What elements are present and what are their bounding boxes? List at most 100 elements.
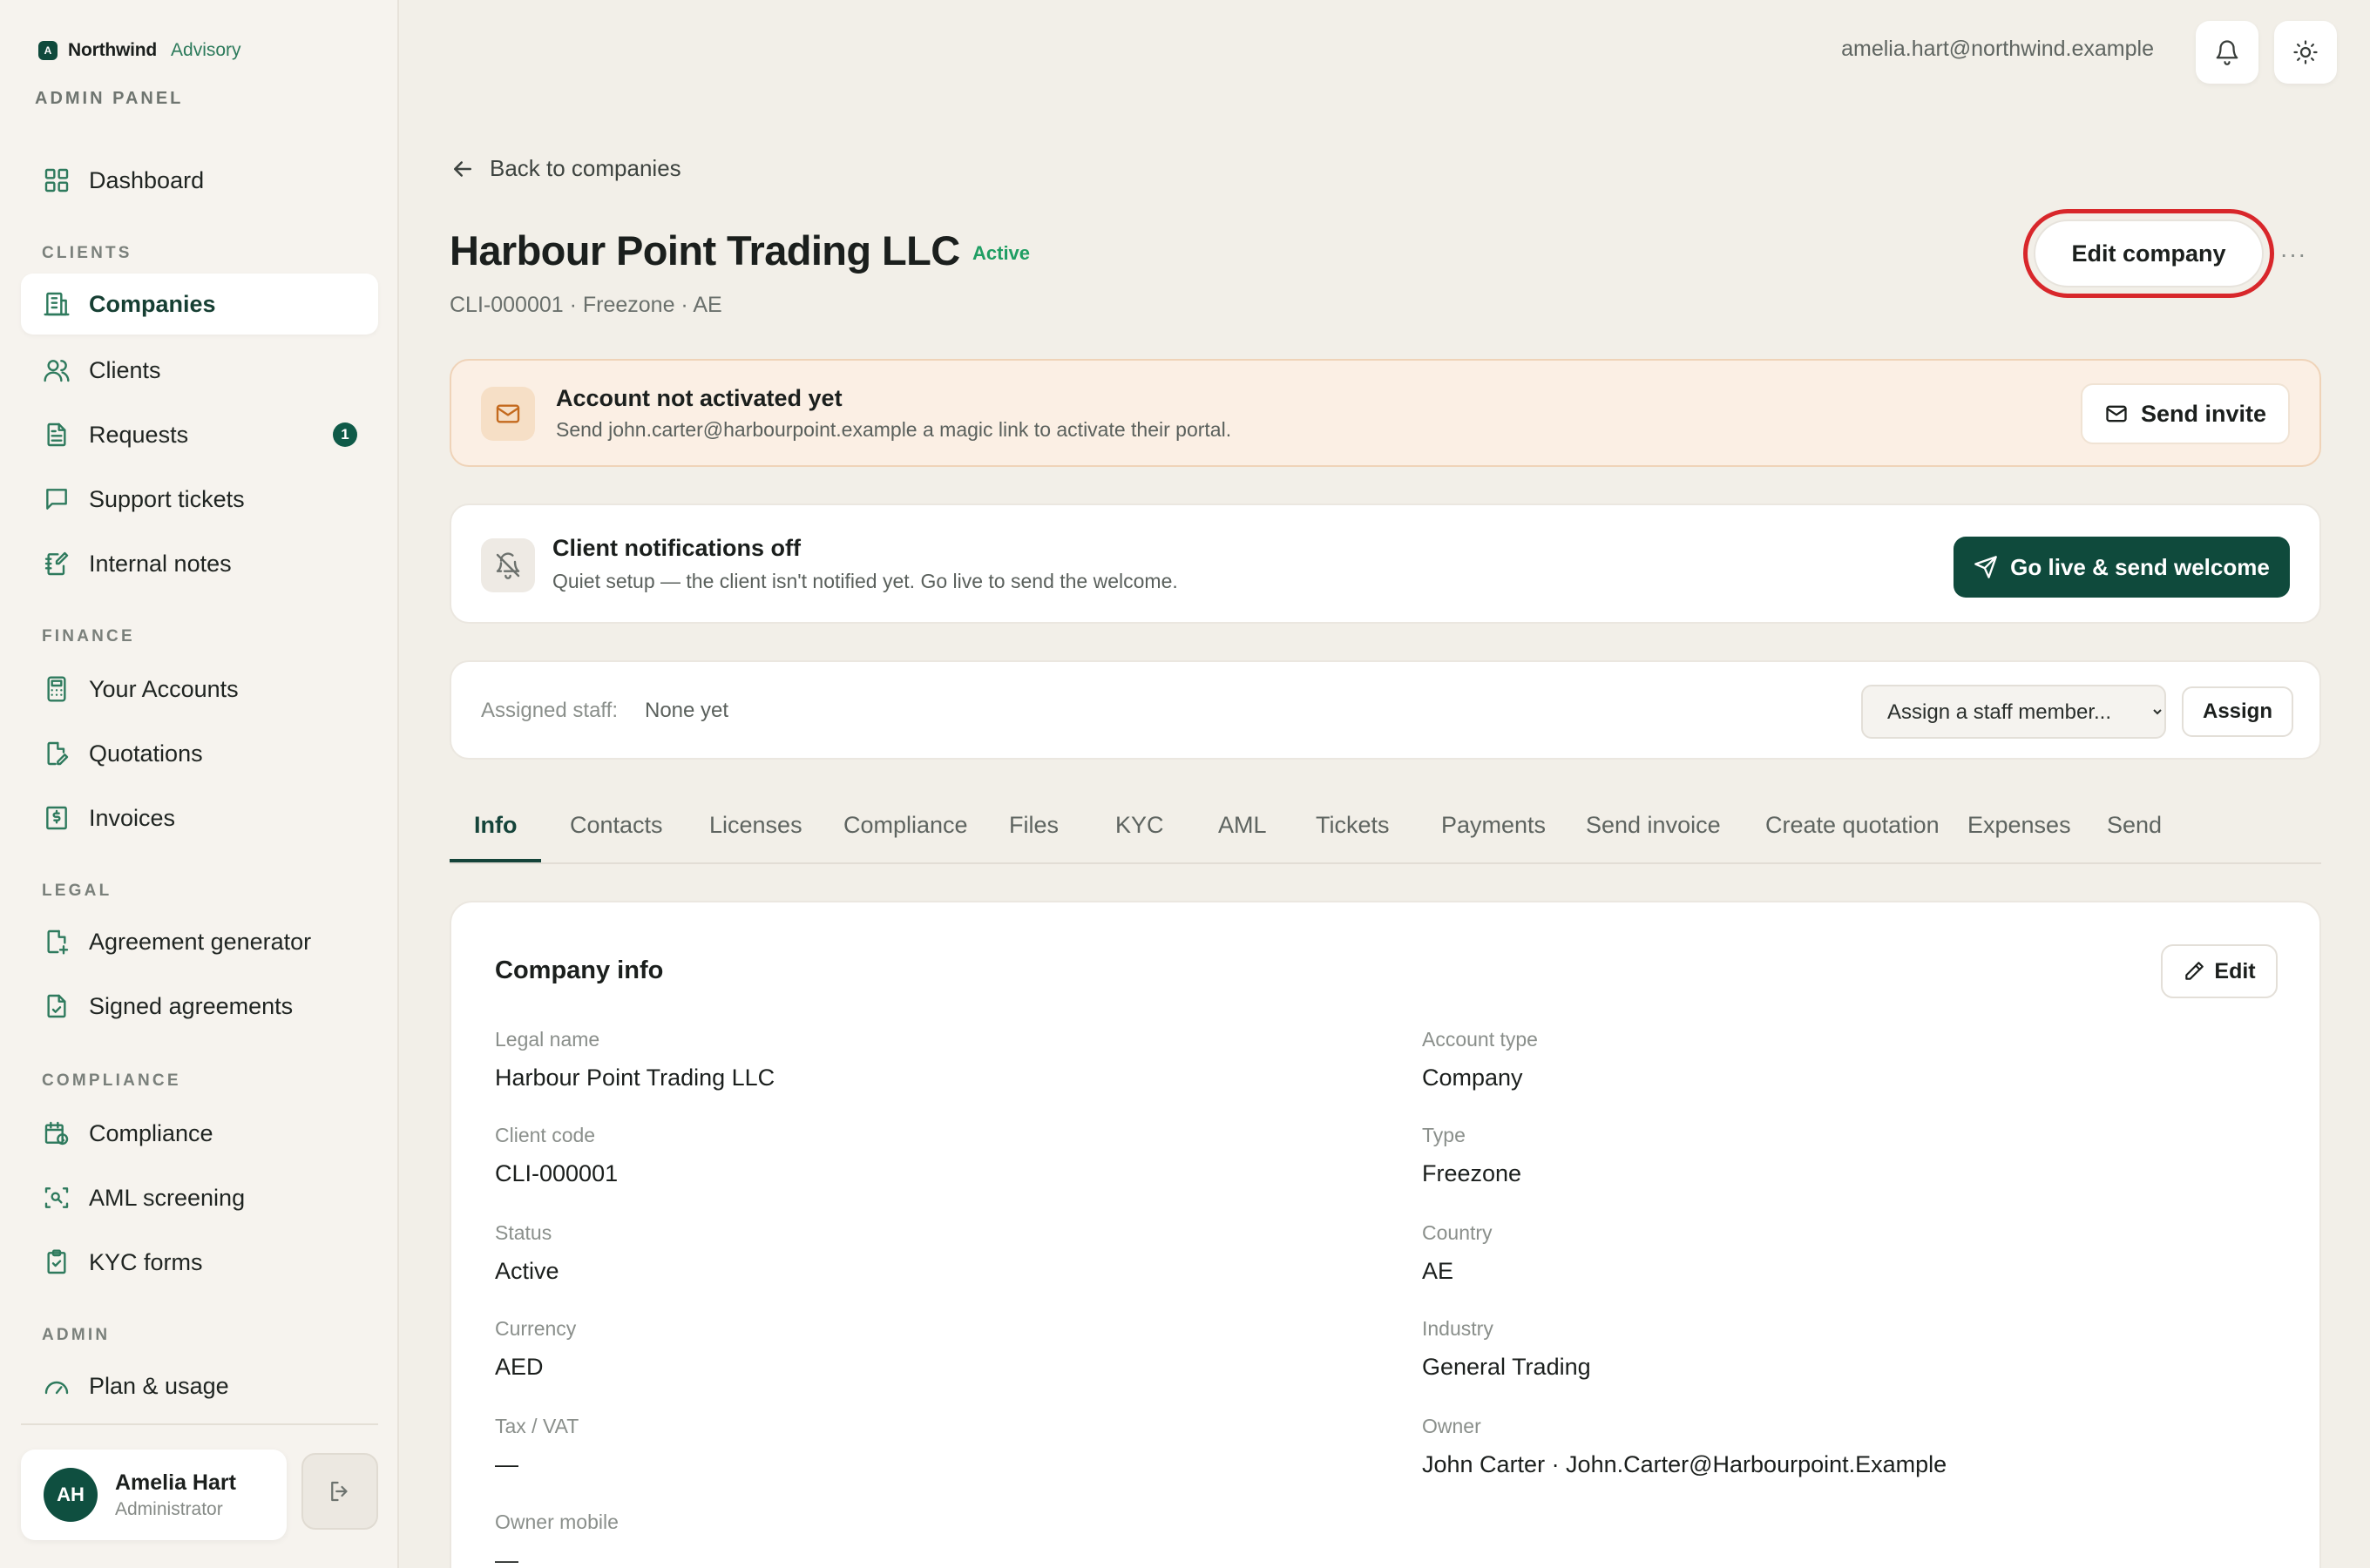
sidebar-item-signed-agreements[interactable]: Signed agreements (21, 976, 378, 1037)
tab-send-invoice[interactable]: Send invoice (1561, 812, 1745, 862)
send-invite-button[interactable]: Send invite (2081, 383, 2290, 444)
sidebar-item-quotations[interactable]: Quotations (21, 723, 378, 784)
nav-section-finance: FINANCE (42, 627, 135, 645)
activation-alert-text: Send john.carter@harbourpoint.example a … (556, 418, 1232, 441)
tab-tickets[interactable]: Tickets (1291, 812, 1414, 862)
field-value-client-code: CLI-000001 (495, 1160, 619, 1186)
field-value-country: AE (1422, 1258, 1454, 1284)
sidebar-divider (21, 1423, 378, 1425)
go-live-send-welcome-button[interactable]: Go live & send welcome (1954, 537, 2290, 598)
company-info-card: Company info Edit Legal name Harbour Poi… (450, 901, 2321, 1568)
tab-expenses[interactable]: Expenses (1943, 812, 2096, 862)
company-subtitle: CLI-000001 · Freezone · AE (450, 293, 722, 317)
assigned-staff-label: Assigned staff: (481, 699, 618, 722)
tab-contacts[interactable]: Contacts (545, 812, 687, 862)
back-link-label: Back to companies (490, 155, 681, 181)
sidebar-item-plan-usage[interactable]: Plan & usage (21, 1355, 378, 1416)
bell-icon (2216, 40, 2238, 65)
requests-count-badge: 1 (333, 422, 357, 447)
users-icon (42, 355, 71, 385)
sidebar-item-label: Compliance (89, 1119, 213, 1146)
sidebar-item-clients[interactable]: Clients (21, 340, 378, 401)
sidebar-item-compliance[interactable]: Compliance (21, 1103, 378, 1164)
logout-button[interactable] (301, 1453, 378, 1530)
field-value-status: Active (495, 1258, 559, 1284)
activation-alert-title: Account not activated yet (556, 385, 843, 411)
edit-company-info-button[interactable]: Edit (2161, 944, 2278, 998)
tab-payments[interactable]: Payments (1417, 812, 1570, 862)
tab-info[interactable]: Info (450, 812, 542, 862)
nav-section-admin: ADMIN (42, 1326, 111, 1344)
sidebar-item-aml-screening[interactable]: AML screening (21, 1167, 378, 1228)
theme-toggle-button[interactable] (2274, 21, 2337, 84)
nav-section-clients: CLIENTS (42, 244, 132, 262)
tab-create-quotation[interactable]: Create quotation (1741, 812, 1964, 862)
sidebar-item-label: Requests (89, 421, 189, 448)
brand-mark-icon: A (38, 41, 58, 60)
field-value-tax-vat: — (495, 1451, 518, 1477)
sidebar-item-label: Support tickets (89, 485, 245, 512)
sidebar-item-label: Your Accounts (89, 675, 239, 702)
sidebar-item-label: AML screening (89, 1184, 246, 1211)
brand-name: Northwind (68, 40, 158, 60)
grid-icon (42, 166, 71, 195)
assigned-staff-bar: Assigned staff: None yet Assign a staff … (450, 660, 2321, 760)
edit-company-button[interactable]: Edit company (2034, 220, 2264, 287)
arrow-left-icon (454, 160, 471, 177)
sidebar-item-label: Plan & usage (89, 1372, 229, 1399)
activation-alert: Account not activated yet Send john.cart… (450, 359, 2321, 467)
tab-aml[interactable]: AML (1194, 812, 1291, 862)
field-value-legal-name: Harbour Point Trading LLC (495, 1064, 775, 1091)
tab-send[interactable]: Send (2082, 812, 2186, 862)
go-live-label: Go live & send welcome (2010, 553, 2270, 580)
file-plus-icon (42, 927, 71, 956)
notifications-alert-title: Client notifications off (552, 535, 801, 561)
nav-section-legal: LEGAL (42, 882, 112, 900)
sidebar-item-label: KYC forms (89, 1248, 203, 1275)
sidebar-item-internal-notes[interactable]: Internal notes (21, 533, 378, 594)
field-label-client-code: Client code (495, 1124, 596, 1146)
tab-files[interactable]: Files (985, 812, 1083, 862)
sidebar-item-label: Quotations (89, 740, 203, 767)
tab-licenses[interactable]: Licenses (685, 812, 827, 862)
current-user-email: amelia.hart@northwind.example (1841, 37, 2154, 61)
sidebar-item-label: Agreement generator (89, 928, 312, 955)
sidebar-item-invoices[interactable]: Invoices (21, 787, 378, 848)
user-profile-card[interactable]: AH Amelia Hart Administrator (21, 1450, 287, 1540)
sidebar-item-agreement-generator[interactable]: Agreement generator (21, 911, 378, 972)
file-check-icon (42, 991, 71, 1021)
bell-off-icon (481, 538, 535, 592)
field-value-currency: AED (495, 1354, 544, 1380)
field-label-owner-mobile: Owner mobile (495, 1511, 619, 1533)
field-value-account-type: Company (1422, 1064, 1523, 1091)
document-icon (42, 420, 71, 449)
assign-button[interactable]: Assign (2182, 686, 2293, 737)
sidebar-item-label: Signed agreements (89, 992, 294, 1019)
pencil-icon (2185, 962, 2204, 980)
field-label-currency: Currency (495, 1317, 577, 1340)
notifications-alert-text: Quiet setup — the client isn't notified … (552, 570, 1178, 592)
mail-icon (2106, 405, 2127, 422)
tab-compliance[interactable]: Compliance (819, 812, 992, 862)
file-edit-icon (42, 739, 71, 768)
sidebar-item-your-accounts[interactable]: Your Accounts (21, 659, 378, 720)
company-tabs: Info Contacts Licenses Compliance Files … (450, 794, 2321, 864)
staff-member-select[interactable]: Assign a staff member... (1861, 685, 2166, 739)
log-out-icon (331, 1481, 348, 1502)
nav-section-compliance: COMPLIANCE (42, 1071, 181, 1090)
sidebar-item-requests[interactable]: Requests 1 (21, 404, 378, 465)
more-options-button[interactable]: ··· (2274, 237, 2312, 272)
user-role: Administrator (115, 1498, 223, 1519)
tab-kyc[interactable]: KYC (1091, 812, 1188, 862)
sidebar-item-support-tickets[interactable]: Support tickets (21, 469, 378, 530)
brand-logo[interactable]: A Northwind Advisory (38, 40, 241, 61)
sidebar-item-dashboard[interactable]: Dashboard (21, 150, 378, 211)
sidebar-item-kyc-forms[interactable]: KYC forms (21, 1232, 378, 1293)
gauge-icon (42, 1371, 71, 1401)
sidebar-item-label: Clients (89, 356, 161, 383)
send-icon (1974, 556, 1998, 578)
message-square-icon (42, 484, 71, 514)
notifications-button[interactable] (2196, 21, 2258, 84)
sidebar-item-companies[interactable]: Companies (21, 274, 378, 335)
back-to-companies-link[interactable]: Back to companies (450, 155, 681, 182)
